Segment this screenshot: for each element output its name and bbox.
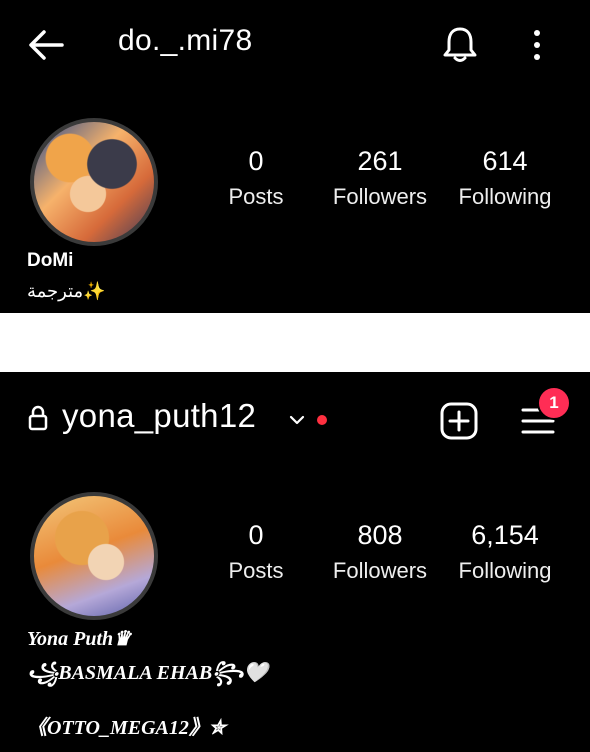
posts-count[interactable]: 0: [196, 146, 316, 177]
avatar[interactable]: [30, 118, 158, 246]
chevron-down-icon[interactable]: [289, 414, 305, 426]
status-dot: [317, 415, 327, 425]
posts-label[interactable]: Posts: [186, 558, 326, 584]
profile-panel-yona: yona_puth12 1 0 Posts 808 Followers 6,15…: [0, 372, 590, 752]
arrow-left-icon[interactable]: [26, 28, 66, 62]
lock-icon: [28, 405, 48, 431]
more-vertical-icon[interactable]: [530, 28, 544, 62]
following-count[interactable]: 614: [445, 146, 565, 177]
display-name: DoMi: [27, 250, 74, 271]
followers-label[interactable]: Followers: [310, 184, 450, 210]
followers-label[interactable]: Followers: [310, 558, 450, 584]
followers-count[interactable]: 261: [320, 146, 440, 177]
display-name: Yona Puth♛: [27, 628, 132, 650]
bio-line: 《OTTO_MEGA12》✮: [27, 717, 226, 739]
plus-square-icon[interactable]: [440, 402, 478, 440]
bell-icon[interactable]: [442, 24, 478, 64]
posts-count[interactable]: 0: [196, 520, 316, 551]
following-count[interactable]: 6,154: [445, 520, 565, 551]
bio-line: ꧁BASMALA EHAB꧂🤍: [27, 662, 269, 684]
followers-count[interactable]: 808: [320, 520, 440, 551]
separator: [0, 313, 590, 372]
avatar[interactable]: [30, 492, 158, 620]
profile-username[interactable]: yona_puth12: [62, 397, 256, 435]
notification-badge: 1: [537, 386, 571, 420]
bio-text: مترجمة✨: [27, 281, 106, 301]
profile-username: do._.mi78: [118, 24, 253, 57]
profile-panel-domi: do._.mi78 0 Posts 261 Followers 614 Foll…: [0, 0, 590, 313]
following-label[interactable]: Following: [435, 184, 575, 210]
posts-label[interactable]: Posts: [186, 184, 326, 210]
following-label[interactable]: Following: [435, 558, 575, 584]
